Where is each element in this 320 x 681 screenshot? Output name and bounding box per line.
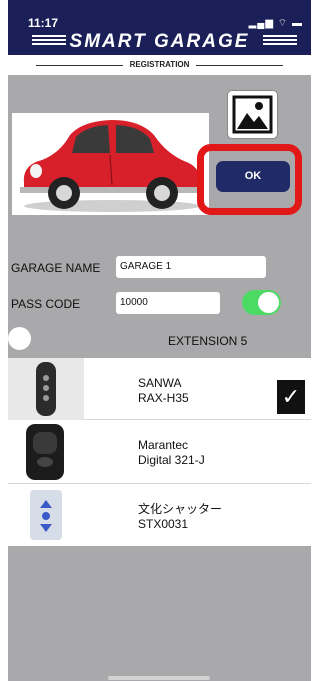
garage-name-field[interactable]: GARAGE 1 [116,256,266,278]
home-indicator[interactable] [108,676,210,680]
garage-name-label: GARAGE NAME [11,261,101,275]
remote-brand: 文化シャッター [138,502,223,516]
remote-brand: Marantec [138,438,189,452]
pass-code-label: PASS CODE [11,297,81,311]
remote-marantec-image [24,422,66,482]
remote-model: RAX-H35 [138,391,189,405]
remote-row-marantec[interactable]: Marantec Digital 321-J [8,420,311,484]
status-time: 11:17 [28,16,59,30]
remote-model: STX0031 [138,517,189,531]
remote-row-sanwa[interactable]: SANWA RAX-H35 ✓ [8,358,311,420]
remote-model: Digital 321-J [138,453,205,467]
garage-car-image[interactable] [12,113,209,215]
remote-brand: SANWA [138,376,182,390]
remote-list: SANWA RAX-H35 ✓ Marantec Digital 321-J 文… [8,358,311,546]
status-icons: ▂▄▆ ⌔ ▬ [248,18,303,29]
extension-label: EXTENSION 5 [168,334,248,348]
image-icon [232,95,273,134]
remote-name: Marantec Digital 321-J [138,438,205,468]
divider-right [196,65,283,66]
remote-name: 文化シャッター STX0031 [138,502,222,532]
registration-strip: REGISTRATION [8,55,311,75]
app-screen: 11:17 ▂▄▆ ⌔ ▬ SMART GARAGE REGISTRATION [8,0,311,681]
pass-code-toggle[interactable] [242,290,281,315]
checkmark-icon[interactable]: ✓ [277,380,305,414]
pass-code-field[interactable]: 10000 [116,292,220,314]
extension-slider-knob[interactable] [8,327,31,350]
remote-name: SANWA RAX-H35 [138,376,189,406]
remote-row-bunka[interactable]: 文化シャッター STX0031 [8,484,311,546]
app-header: 11:17 ▂▄▆ ⌔ ▬ SMART GARAGE [8,0,311,55]
toggle-knob [258,292,279,313]
remote-bunka-image [28,488,64,542]
brand-right-bars [263,35,297,49]
ok-button[interactable]: OK [216,161,290,192]
remote-sanwa-image [8,358,84,420]
select-image-button[interactable] [227,90,278,139]
red-car-photo [20,120,204,212]
